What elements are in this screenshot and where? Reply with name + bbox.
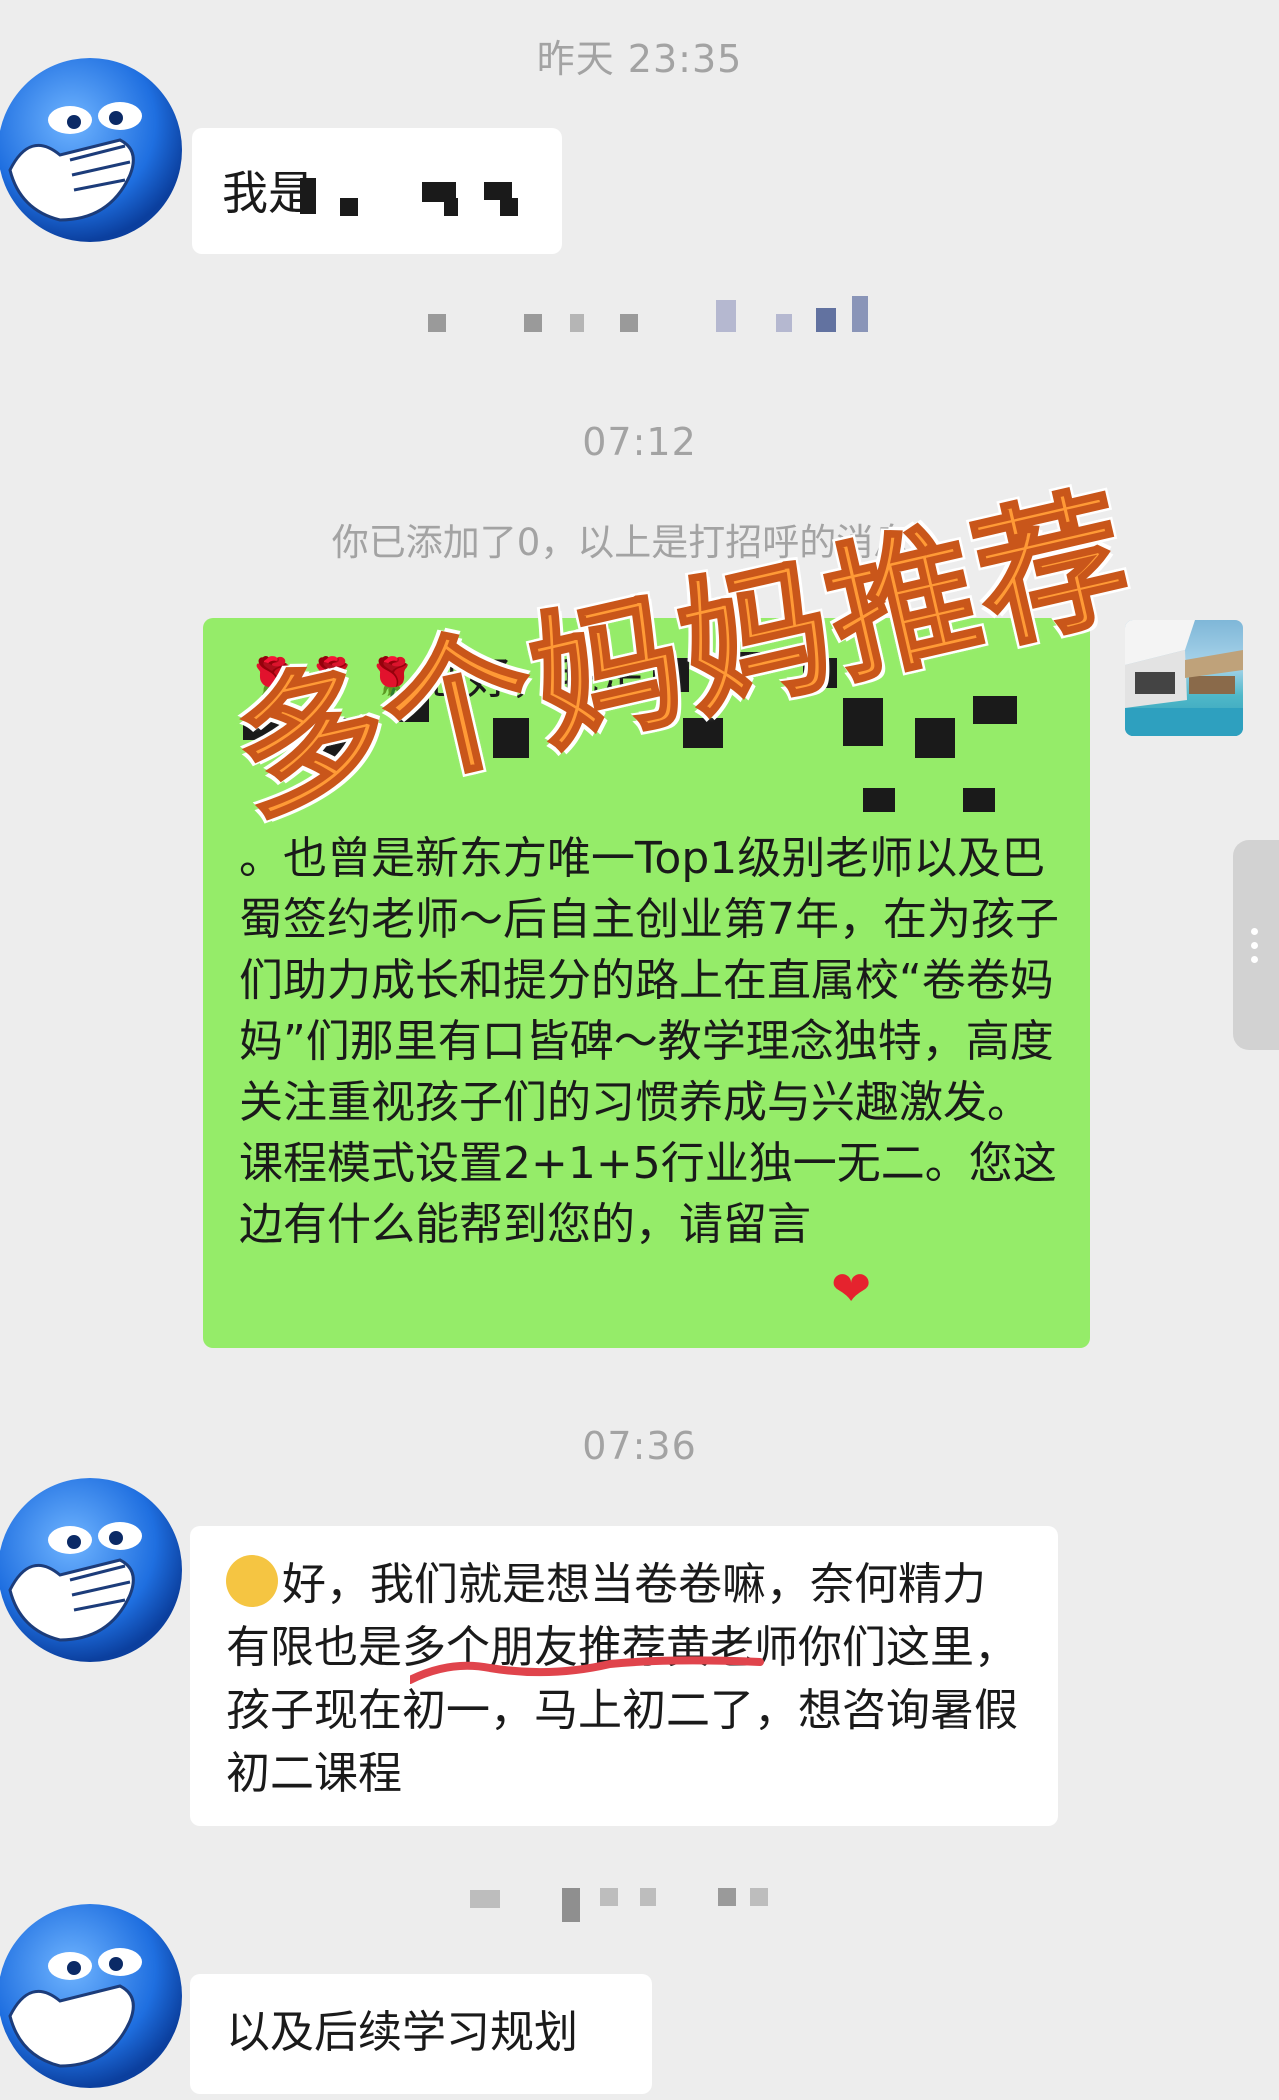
message-text: 以及后续学习规划 bbox=[226, 2007, 578, 2058]
face-palm-emoji-icon bbox=[0, 1904, 182, 2088]
face-palm-emoji-icon bbox=[0, 1478, 182, 1662]
red-underline-annotation bbox=[410, 1656, 764, 1684]
contact-avatar[interactable] bbox=[0, 1896, 190, 2096]
side-drawer-handle[interactable] bbox=[1233, 840, 1279, 1050]
mosaic-block bbox=[300, 178, 316, 214]
blurred-text bbox=[420, 290, 890, 340]
red-heart-emoji-icon: ❤ bbox=[831, 1261, 872, 1317]
contact-avatar[interactable] bbox=[0, 50, 190, 250]
face-palm-emoji-icon bbox=[0, 58, 182, 242]
more-dots-icon bbox=[1251, 928, 1259, 970]
mosaic-block bbox=[340, 198, 358, 216]
timestamp: 昨天 23:35 bbox=[536, 37, 743, 81]
blurred-text bbox=[460, 1880, 780, 1930]
contact-avatar[interactable] bbox=[0, 1470, 190, 1670]
mosaic-block bbox=[444, 198, 458, 216]
mosaic-block bbox=[500, 198, 518, 216]
received-message-bubble[interactable]: 以及后续学习规划 bbox=[190, 1974, 652, 2094]
message-text: 。也曾是新东方唯一Top1级别老师以及巴蜀签约老师～后自主创业第7年，在为孩子们… bbox=[239, 833, 1059, 1250]
timestamp: 07:36 bbox=[582, 1424, 697, 1468]
received-message-bubble[interactable]: 我是 bbox=[192, 128, 562, 254]
thinking-face-emoji-icon bbox=[226, 1555, 278, 1607]
